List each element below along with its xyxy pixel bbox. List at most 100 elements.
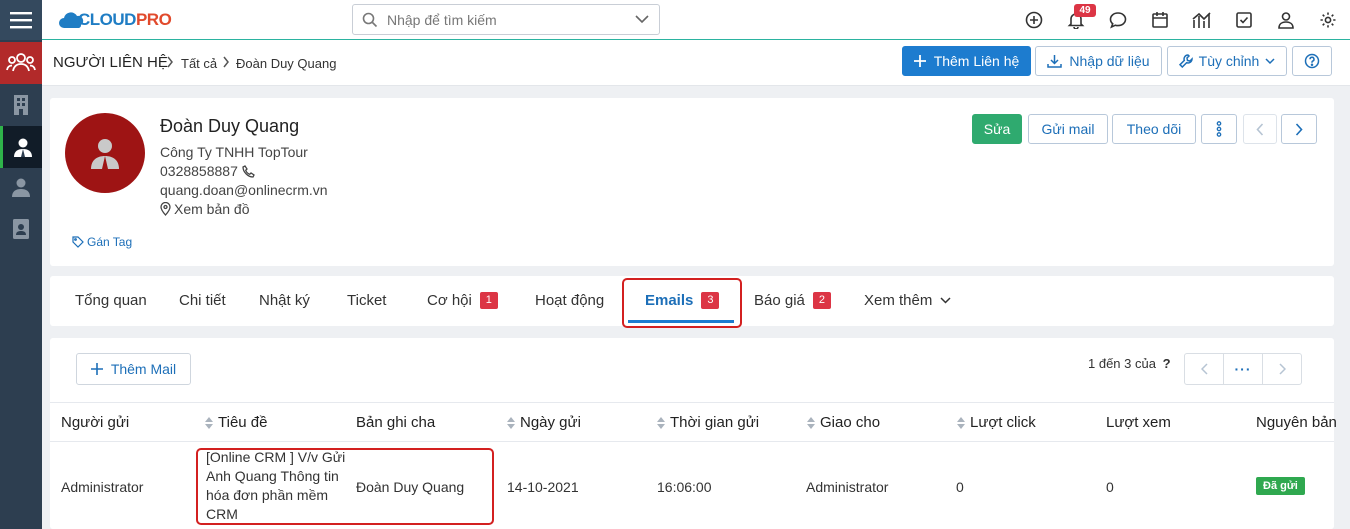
status-badge: Đã gửi <box>1256 477 1305 495</box>
wrench-icon <box>1178 54 1193 68</box>
column-sent-date[interactable]: Ngày gửi <box>507 414 581 431</box>
left-rail <box>0 0 42 529</box>
chevron-left-icon <box>1256 122 1264 136</box>
tab-activities[interactable]: Hoạt động <box>535 292 604 309</box>
contact-email[interactable]: quang.doan@onlinecrm.vn <box>160 182 328 198</box>
cell-assigned-to: Administrator <box>806 479 889 495</box>
emails-tab-highlight <box>622 278 742 328</box>
breadcrumb-current: Đoàn Duy Quang <box>236 56 337 71</box>
row-highlight <box>196 448 494 525</box>
search-placeholder: Nhập để tìm kiếm <box>387 12 497 28</box>
top-bar: CLOUDPRO Nhập để tìm kiếm 49 <box>42 0 1350 40</box>
report-chart-icon[interactable] <box>1192 10 1212 30</box>
send-mail-button[interactable]: Gửi mail <box>1028 114 1108 144</box>
column-clicks[interactable]: Lượt click <box>957 414 1036 431</box>
import-data-button[interactable]: Nhập dữ liệu <box>1035 46 1162 76</box>
sort-icon <box>957 416 965 429</box>
sort-icon <box>657 416 665 429</box>
contact-company[interactable]: Công Ty TNHH TopTour <box>160 144 308 160</box>
column-sender[interactable]: Người gửi <box>61 414 129 431</box>
customize-button[interactable]: Tùy chỉnh <box>1167 46 1287 76</box>
chevron-right-icon <box>1278 363 1286 375</box>
column-assigned-to[interactable]: Giao cho <box>807 414 880 431</box>
add-circle-icon[interactable] <box>1024 10 1044 30</box>
chevron-left-icon <box>1200 363 1208 375</box>
more-actions-button[interactable] <box>1201 114 1237 144</box>
chevron-right-icon <box>1295 122 1303 136</box>
contact-avatar-icon <box>91 139 119 169</box>
cell-sent-date: 14-10-2021 <box>507 479 579 495</box>
pager-next-button[interactable] <box>1263 354 1301 384</box>
map-pin-icon <box>160 202 171 216</box>
rail-contacts-group-icon[interactable] <box>0 42 42 84</box>
emails-table-header: Người gửi Tiêu đề Bản ghi cha Ngày gửi T… <box>50 402 1337 442</box>
record-tabs: Tổng quan Chi tiết Nhật ký Ticket Cơ hội… <box>50 276 1334 328</box>
contact-phone[interactable]: 0328858887 <box>160 163 255 179</box>
chevron-down-icon <box>940 297 951 304</box>
sort-icon <box>205 416 213 429</box>
pager: ··· <box>1184 353 1302 385</box>
help-icon <box>1304 53 1320 69</box>
breadcrumb-all[interactable]: Tất cả <box>181 56 217 71</box>
tag-icon <box>72 236 84 248</box>
gear-icon[interactable] <box>1318 10 1338 30</box>
chevron-right-icon <box>222 56 230 71</box>
rail-badge-icon[interactable] <box>0 210 42 248</box>
tab-quotes[interactable]: Báo giá 2 <box>754 292 831 309</box>
pager-more-button[interactable]: ··· <box>1224 354 1263 384</box>
previous-record-button[interactable] <box>1243 114 1277 144</box>
tab-ticket[interactable]: Ticket <box>347 292 386 309</box>
follow-button[interactable]: Theo dõi <box>1112 114 1196 144</box>
user-profile-icon[interactable] <box>1276 10 1296 30</box>
sort-icon <box>807 416 815 429</box>
cell-sent-time: 16:06:00 <box>657 479 712 495</box>
menu-icon[interactable] <box>0 0 42 40</box>
logo-text: CLOUDPRO <box>78 10 172 29</box>
notification-count-badge: 49 <box>1074 4 1096 17</box>
search-input[interactable]: Nhập để tìm kiếm <box>352 4 660 35</box>
tab-overview[interactable]: Tổng quan <box>75 292 147 309</box>
next-record-button[interactable] <box>1281 114 1317 144</box>
add-tag-link[interactable]: Gán Tag <box>72 235 132 249</box>
rail-building-icon[interactable] <box>0 86 42 124</box>
sort-icon <box>507 416 515 429</box>
contact-profile-card: Đoàn Duy Quang Công Ty TNHH TopTour 0328… <box>50 98 1334 266</box>
breadcrumb-module[interactable]: NGƯỜI LIÊN HỆ <box>53 54 168 71</box>
tab-more[interactable]: Xem thêm <box>864 292 951 309</box>
chevron-right-icon <box>166 56 174 71</box>
help-button[interactable] <box>1292 46 1332 76</box>
pager-prev-button[interactable] <box>1185 354 1224 384</box>
tab-opportunities[interactable]: Cơ hội 1 <box>427 292 498 309</box>
pager-summary: 1 đến 3 của ? <box>1088 356 1171 371</box>
rail-contact-icon[interactable] <box>0 126 42 168</box>
avatar <box>65 113 145 193</box>
chat-icon[interactable] <box>1108 10 1128 30</box>
view-map-link[interactable]: Xem bản đồ <box>160 201 250 217</box>
edit-button[interactable]: Sửa <box>972 114 1022 144</box>
pager-help[interactable]: ? <box>1163 356 1171 371</box>
breadcrumb: NGƯỜI LIÊN HỆ Tất cả Đoàn Duy Quang Thêm… <box>42 40 1350 86</box>
column-original[interactable]: Nguyên bản <box>1256 414 1337 431</box>
column-views[interactable]: Lượt xem <box>1106 414 1171 431</box>
cloudpro-logo[interactable]: CLOUDPRO <box>58 8 172 32</box>
plus-icon <box>913 55 926 67</box>
add-mail-button[interactable]: Thêm Mail <box>76 353 191 385</box>
phone-icon <box>242 164 255 178</box>
chevron-down-icon[interactable] <box>635 14 649 24</box>
column-parent-record[interactable]: Bản ghi cha <box>356 414 435 431</box>
chevron-down-icon <box>1265 57 1275 64</box>
download-icon <box>1047 55 1063 68</box>
tab-log[interactable]: Nhật ký <box>259 292 310 309</box>
plus-icon <box>90 363 103 375</box>
tab-count-badge: 2 <box>812 292 831 309</box>
task-check-icon[interactable] <box>1234 10 1254 30</box>
tab-details[interactable]: Chi tiết <box>179 292 226 309</box>
calendar-icon[interactable] <box>1150 10 1170 30</box>
column-subject[interactable]: Tiêu đề <box>205 414 267 431</box>
add-contact-button[interactable]: Thêm Liên hệ <box>902 46 1031 76</box>
emails-panel: Thêm Mail 1 đến 3 của ? ··· Người gửi Ti… <box>50 338 1337 529</box>
column-sent-time[interactable]: Thời gian gửi <box>657 414 759 431</box>
more-vertical-icon <box>1216 121 1222 137</box>
contact-name: Đoàn Duy Quang <box>160 116 300 136</box>
rail-user-icon[interactable] <box>0 168 42 206</box>
